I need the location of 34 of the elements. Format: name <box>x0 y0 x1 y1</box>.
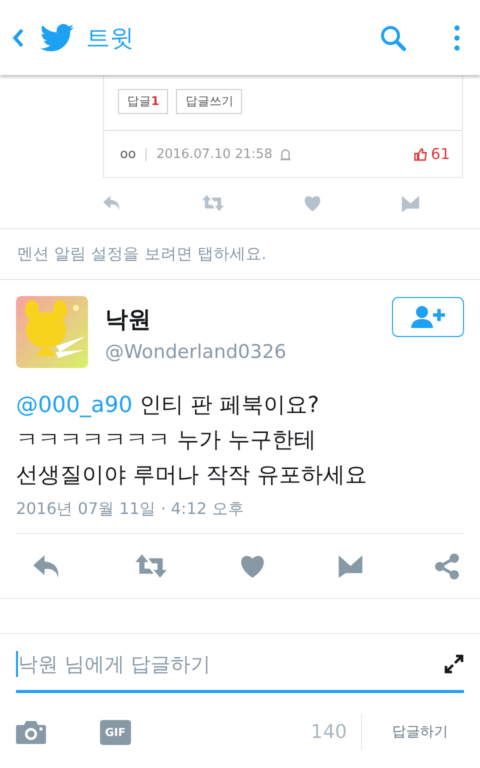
camera-icon[interactable] <box>16 720 46 744</box>
add-person-icon <box>410 305 446 329</box>
like-count: 61 <box>430 145 450 163</box>
expand-icon[interactable] <box>444 654 464 674</box>
bird-logo-icon <box>40 24 74 52</box>
tweet-text: @000_a90 인티 판 페북이요? ㅋㅋㅋㅋㅋㅋㅋ 누가 누구한테 선생질이야 루머나 작작 유포하세요 <box>16 392 368 490</box>
author-name: oo <box>120 146 136 162</box>
more-options-icon[interactable] <box>454 24 460 50</box>
timestamp: 2016.07.10 21:58 <box>156 146 272 162</box>
reply-button[interactable]: 답글하기 <box>376 715 464 749</box>
back-icon[interactable] <box>12 28 24 48</box>
share-icon[interactable] <box>434 552 460 580</box>
envelope-icon[interactable] <box>336 553 364 579</box>
bell-icon <box>280 148 292 160</box>
user-handle: @Wonderland0326 <box>105 341 286 363</box>
page-title: 트윗 <box>86 22 134 54</box>
mention-notice[interactable]: 멘션 알림 설정을 보려면 탭하세요. <box>0 229 480 280</box>
user-name: 낙원 <box>105 306 152 335</box>
character-count: 140 <box>310 721 347 743</box>
mention-link[interactable]: @000_a90 <box>16 393 132 418</box>
gif-button[interactable]: GIF <box>100 720 131 744</box>
envelope-icon[interactable] <box>400 194 420 212</box>
tweet-date: 2016년 07월 11일 · 4:12 오후 <box>16 499 464 534</box>
separator: | <box>144 146 148 162</box>
follow-button[interactable] <box>392 297 464 337</box>
reply-chip[interactable]: 답글1 <box>118 89 168 114</box>
reply-chip[interactable]: 답글쓰기 <box>176 89 242 114</box>
search-icon[interactable] <box>380 24 406 50</box>
retweet-icon[interactable] <box>132 553 168 579</box>
heart-icon[interactable] <box>239 554 266 578</box>
retweet-icon[interactable] <box>200 194 225 212</box>
reply-icon[interactable] <box>102 195 122 211</box>
heart-icon[interactable] <box>303 194 322 212</box>
thumbs-up-icon <box>414 148 427 160</box>
